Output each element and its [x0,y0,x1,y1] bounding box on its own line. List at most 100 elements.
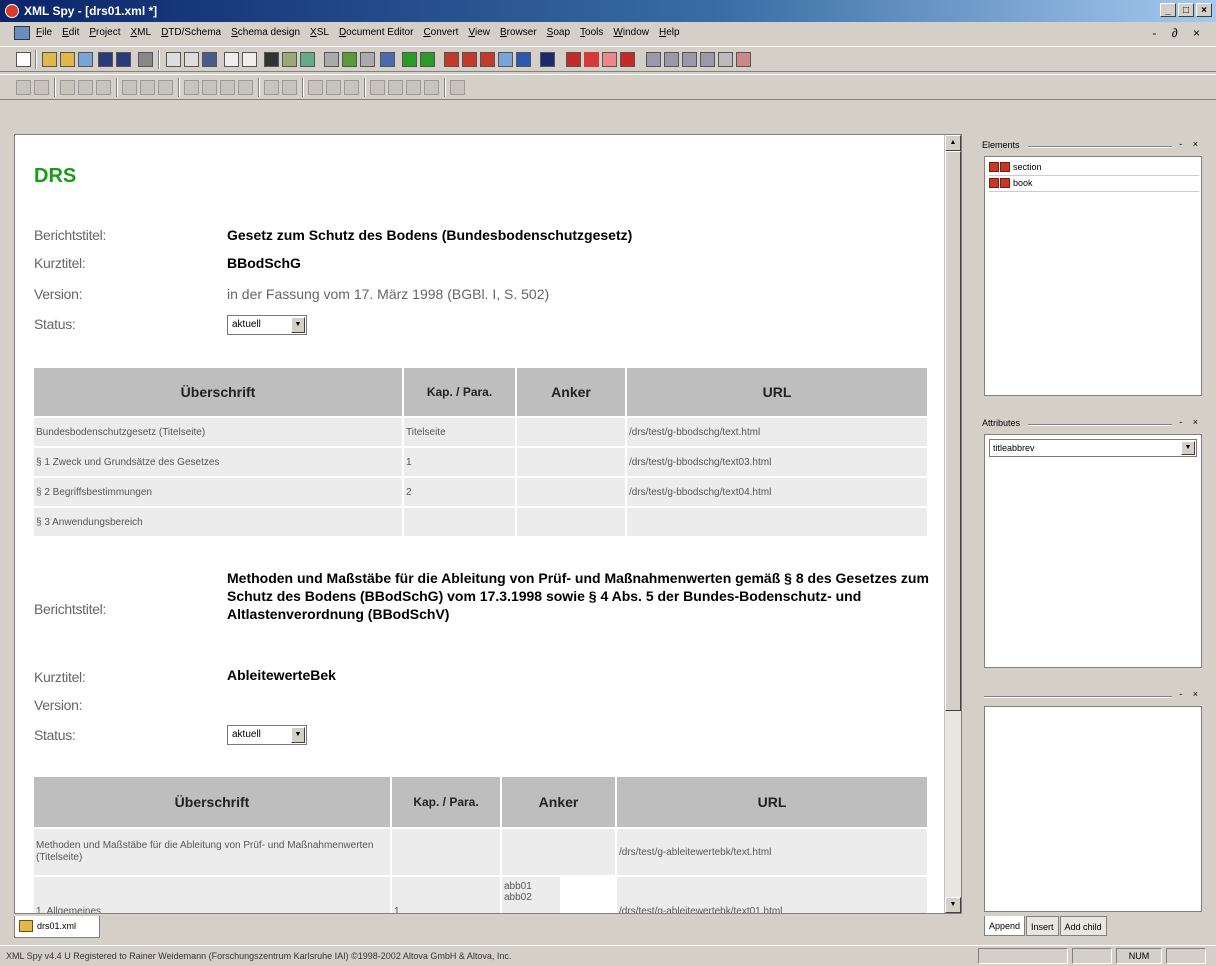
find-icon[interactable] [264,52,279,67]
table-cell[interactable] [627,508,927,536]
split-cell-vertical-icon[interactable] [202,80,217,95]
pane-controls[interactable]: - × [1179,689,1202,699]
replace-icon[interactable] [300,52,315,67]
table-cell[interactable] [502,829,617,875]
scroll-down-icon[interactable]: ▼ [945,897,961,913]
align-bottom-icon[interactable] [264,80,279,95]
table-cell[interactable]: 2 [404,478,517,506]
align-top-icon[interactable] [220,80,235,95]
append-column-icon[interactable] [78,80,93,95]
justify-icon[interactable] [424,80,439,95]
close-button[interactable]: × [1196,3,1212,17]
pane-controls[interactable]: - × [1179,417,1202,427]
berichtstitel-value[interactable]: Gesetz zum Schutz des Bodens (Bundesbode… [227,227,632,243]
scroll-thumb[interactable] [945,151,961,711]
table-row[interactable]: Methoden und Maßstäbe für die Ableitung … [34,829,927,875]
table-delete-icon[interactable] [700,52,715,67]
print-icon[interactable] [138,52,153,67]
window-icon[interactable] [540,52,555,67]
document-editor-view[interactable]: DRS Berichtstitel: Gesetz zum Schutz des… [14,134,962,914]
insert-entity-icon[interactable] [602,52,617,67]
list-item[interactable]: section [989,161,1199,176]
check-wellformed-icon[interactable] [324,52,339,67]
validate-icon[interactable] [342,52,357,67]
kurztitel-value[interactable]: AbleitewerteBek [227,667,336,683]
browser-view-icon[interactable] [480,52,495,67]
grid-view-icon[interactable] [402,52,417,67]
app-icon[interactable] [5,4,19,18]
text-view-icon[interactable] [444,52,459,67]
table-cell[interactable] [517,478,627,506]
table-cell[interactable]: § 2 Begriffsbestimmungen [34,478,404,506]
table-options-icon[interactable] [450,80,465,95]
menu-convert[interactable]: Convert [423,27,458,38]
table-cell[interactable]: Titelseite [404,418,517,446]
berichtstitel-value[interactable]: Methoden und Maßstäbe für die Ableitung … [227,569,937,623]
table-cell[interactable]: abb01 abb02 [502,877,562,913]
remove-entity-icon[interactable] [620,52,635,67]
table-cell[interactable] [404,508,517,536]
chevron-down-icon[interactable]: ▼ [291,727,305,743]
menu-dtd-schema[interactable]: DTD/Schema [161,27,221,38]
align-center-icon[interactable] [388,80,403,95]
table-properties-icon[interactable] [282,80,297,95]
append-row-icon[interactable] [34,80,49,95]
save-all-icon[interactable] [116,52,131,67]
menu-schema-design[interactable]: Schema design [231,27,300,38]
table-icon[interactable] [646,52,661,67]
table-cell[interactable]: 1 [404,448,517,476]
menu-file[interactable]: File [36,27,52,38]
menu-browser[interactable]: Browser [500,27,537,38]
new-icon[interactable] [16,52,31,67]
undo-icon[interactable] [224,52,239,67]
schema-view-icon[interactable] [420,52,435,67]
table-cell[interactable]: /drs/test/g-bbodschg/text04.html [627,478,927,506]
table-delete-icon[interactable] [344,80,359,95]
join-cell-left-icon[interactable] [122,80,137,95]
maximize-button[interactable]: □ [1178,3,1194,17]
tab-insert[interactable]: Insert [1026,916,1059,936]
version-value[interactable]: in der Fassung vom 17. März 1998 (BGBl. … [227,286,549,302]
status-select[interactable]: aktuell ▼ [227,315,307,335]
menu-view[interactable]: View [468,27,490,38]
table-cell[interactable] [517,418,627,446]
table-cell[interactable]: /drs/test/g-ableitewertebk/text.html [617,829,927,875]
document-tab[interactable]: drs01.xml [14,916,100,938]
attribute-select[interactable]: titleabbrev ▼ [989,439,1197,457]
paste-icon[interactable] [202,52,217,67]
mdi-controls[interactable]: - ∂ × [1152,26,1206,40]
spellcheck-icon[interactable] [736,52,751,67]
table-cell[interactable] [517,508,627,536]
align-left-icon[interactable] [370,80,385,95]
redo-icon[interactable] [242,52,257,67]
tab-add-child[interactable]: Add child [1059,916,1107,936]
split-cell-horizontal-icon[interactable] [184,80,199,95]
table-properties-icon[interactable] [718,52,733,67]
table-append-icon[interactable] [682,52,697,67]
table-cell[interactable]: 1. Allgemeines [34,877,392,913]
table-cell[interactable] [517,448,627,476]
table-cell[interactable]: /drs/test/g-ableitewertebk/text01.html [617,877,927,913]
menu-project[interactable]: Project [89,27,120,38]
scroll-up-icon[interactable]: ▲ [945,135,961,151]
menu-window[interactable]: Window [613,27,649,38]
list-item[interactable]: book [989,177,1199,192]
join-cell-above-icon[interactable] [158,80,173,95]
open-url-icon[interactable] [60,52,75,67]
insert-column-icon[interactable] [60,80,75,95]
align-middle-icon[interactable] [238,80,253,95]
open-icon[interactable] [42,52,57,67]
table-insert-icon[interactable] [664,52,679,67]
reload-icon[interactable] [78,52,93,67]
table-cell[interactable]: /drs/test/g-bbodschg/text.html [627,418,927,446]
table-cell[interactable]: Bundesbodenschutzgesetz (Titelseite) [34,418,404,446]
table-row[interactable]: § 3 Anwendungsbereich [34,508,927,536]
table-row[interactable]: 1. Allgemeines 1 abb01 abb02 /drs/test/g… [34,877,927,913]
menu-edit[interactable]: Edit [62,27,79,38]
chevron-down-icon[interactable]: ▼ [291,317,305,333]
pane-grip[interactable] [984,696,1172,698]
dtd-icon[interactable] [360,52,375,67]
table-cell[interactable]: § 1 Zweck und Grundsätze des Gesetzes [34,448,404,476]
vertical-scrollbar[interactable]: ▲ ▼ [944,135,961,913]
menu-xsl[interactable]: XSL [310,27,329,38]
